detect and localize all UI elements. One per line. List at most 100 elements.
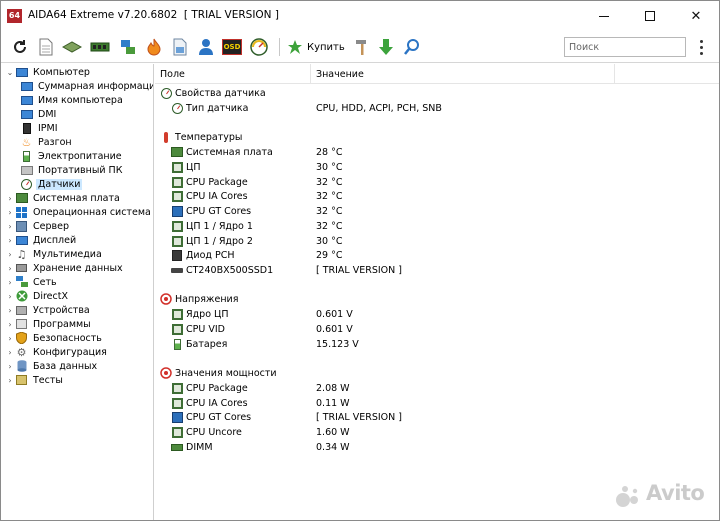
report-button[interactable] [35, 36, 57, 58]
list-item[interactable]: Ядро ЦП 0.601 V [155, 307, 719, 321]
collapse-chevron-icon[interactable]: ⌄ [5, 65, 15, 79]
close-button[interactable]: ✕ [673, 1, 719, 31]
list-item[interactable]: Батарея 15.123 V [155, 337, 719, 351]
tree-item-database[interactable]: › База данных [5, 359, 99, 373]
tree-item-label: Мультимедиа [33, 248, 102, 260]
tools-button[interactable] [351, 36, 373, 58]
expand-chevron-icon[interactable]: › [5, 373, 15, 387]
tree-item-display[interactable]: › Дисплей [5, 233, 78, 247]
expand-chevron-icon[interactable]: › [5, 303, 15, 317]
download-button[interactable] [375, 36, 397, 58]
menu-dot-icon [699, 51, 703, 55]
tree-item-devices[interactable]: › Устройства [5, 303, 92, 317]
tree-item-dmi[interactable]: DMI [20, 107, 58, 121]
list-item[interactable]: ЦП 30 °C [155, 160, 719, 174]
expand-chevron-icon[interactable]: › [5, 205, 15, 219]
tree-item-server[interactable]: › Сервер [5, 219, 71, 233]
expand-chevron-icon[interactable]: › [5, 331, 15, 345]
network-button[interactable] [117, 36, 139, 58]
list-item[interactable]: Тип датчика CPU, HDD, ACPI, PCH, SNB [155, 101, 719, 115]
list-item[interactable]: CPU Package 32 °C [155, 175, 719, 189]
field-value: 1.60 W [316, 426, 350, 438]
field-value: 30 °C [316, 235, 343, 247]
tree-item-security[interactable]: › Безопасность [5, 331, 104, 345]
tree-item-computer[interactable]: ⌄ Компьютер [5, 65, 92, 79]
tree-item-portable-pc[interactable]: Портативный ПК [20, 163, 124, 177]
tree-item-storage[interactable]: › Хранение данных [5, 261, 125, 275]
list-item[interactable]: CPU GT Cores [ TRIAL VERSION ] [155, 410, 719, 424]
gpu-icon [171, 411, 183, 423]
field-name: Ядро ЦП [186, 308, 229, 320]
list-item[interactable]: CPU IA Cores 32 °C [155, 189, 719, 203]
tree-item-tests[interactable]: › Тесты [5, 373, 65, 387]
list-item[interactable]: CPU Uncore 1.60 W [155, 425, 719, 439]
expand-chevron-icon[interactable]: › [5, 275, 15, 289]
tree-item-label: Имя компьютера [38, 94, 123, 106]
file-button[interactable] [169, 36, 191, 58]
list-item[interactable]: DIMM 0.34 W [155, 440, 719, 454]
search-tool-button[interactable] [401, 36, 423, 58]
cpu-icon [171, 220, 183, 232]
memory-button[interactable] [89, 36, 111, 58]
motherboard-button[interactable] [61, 36, 83, 58]
refresh-button[interactable] [9, 36, 31, 58]
list-item[interactable]: Системная плата 28 °C [155, 145, 719, 159]
tree-item-summary[interactable]: Суммарная информация [20, 79, 153, 93]
menu-button[interactable] [691, 37, 711, 57]
buy-button[interactable]: Купить [287, 36, 345, 58]
expand-chevron-icon[interactable]: › [5, 289, 15, 303]
list-item[interactable]: Диод PCH 29 °C [155, 248, 719, 262]
field-name: CPU Package [186, 176, 248, 188]
tree-item-motherboard[interactable]: › Системная плата [5, 191, 122, 205]
column-header-field[interactable]: Поле [155, 64, 311, 84]
minimize-button[interactable] [581, 1, 627, 31]
expand-chevron-icon[interactable]: › [5, 219, 15, 233]
tree-item-multimedia[interactable]: › ♫ Мультимедиа [5, 247, 104, 261]
title-bar[interactable]: 64 AIDA64 Extreme v7.20.6802 [ TRIAL VER… [1, 1, 719, 31]
expand-chevron-icon[interactable]: › [5, 359, 15, 373]
list-item[interactable]: CPU VID 0.601 V [155, 322, 719, 336]
tree-item-network[interactable]: › Сеть [5, 275, 59, 289]
list-item[interactable]: CPU GT Cores 32 °C [155, 204, 719, 218]
field-value: 32 °C [316, 220, 343, 232]
group-title: Свойства датчика [175, 87, 266, 99]
column-header-value[interactable]: Значение [311, 64, 615, 84]
tree-item-programs[interactable]: › Программы [5, 317, 93, 331]
expand-chevron-icon[interactable]: › [5, 191, 15, 205]
expand-chevron-icon[interactable]: › [5, 233, 15, 247]
osd-button[interactable]: OSD [221, 36, 243, 58]
tree-item-configuration[interactable]: › ⚙ Конфигурация [5, 345, 109, 359]
field-value: CPU, HDD, ACPI, PCH, SNB [316, 102, 442, 114]
maximize-button[interactable] [627, 1, 673, 31]
list-item[interactable]: CPU IA Cores 0.11 W [155, 396, 719, 410]
field-name: CPU GT Cores [186, 411, 252, 423]
storage-icon [15, 262, 28, 274]
tree-item-overclock[interactable]: ♨ Разгон [20, 135, 74, 149]
list-item[interactable]: CT240BX500SSD1 [ TRIAL VERSION ] [155, 263, 719, 277]
field-name: ЦП [186, 161, 201, 173]
search-input[interactable] [564, 37, 686, 57]
aida64-app-icon[interactable]: 64 [7, 9, 22, 23]
tree-item-directx[interactable]: › DirectX [5, 289, 70, 303]
overclock-button[interactable] [143, 36, 165, 58]
laptop-icon [20, 164, 33, 176]
tree-item-label: Конфигурация [33, 346, 107, 358]
tree-item-sensors[interactable]: Датчики [20, 177, 83, 191]
tree-item-label: Тесты [33, 374, 63, 386]
user-button[interactable] [195, 36, 217, 58]
sensor-gauge-button[interactable] [248, 36, 270, 58]
tree-item-computer-name[interactable]: Имя компьютера [20, 93, 125, 107]
expand-chevron-icon[interactable]: › [5, 317, 15, 331]
database-icon [15, 360, 28, 372]
list-item[interactable]: CPU Package 2.08 W [155, 381, 719, 395]
tree-item-power[interactable]: Электропитание [20, 149, 124, 163]
expand-chevron-icon[interactable]: › [5, 345, 15, 359]
expand-chevron-icon[interactable]: › [5, 261, 15, 275]
tree-item-os[interactable]: › Операционная система [5, 205, 153, 219]
list-item[interactable]: ЦП 1 / Ядро 1 32 °C [155, 219, 719, 233]
battery-icon [20, 150, 33, 162]
field-name: CPU Package [186, 382, 248, 394]
tree-item-ipmi[interactable]: IPMI [20, 121, 60, 135]
expand-chevron-icon[interactable]: › [5, 247, 15, 261]
list-item[interactable]: ЦП 1 / Ядро 2 30 °C [155, 234, 719, 248]
